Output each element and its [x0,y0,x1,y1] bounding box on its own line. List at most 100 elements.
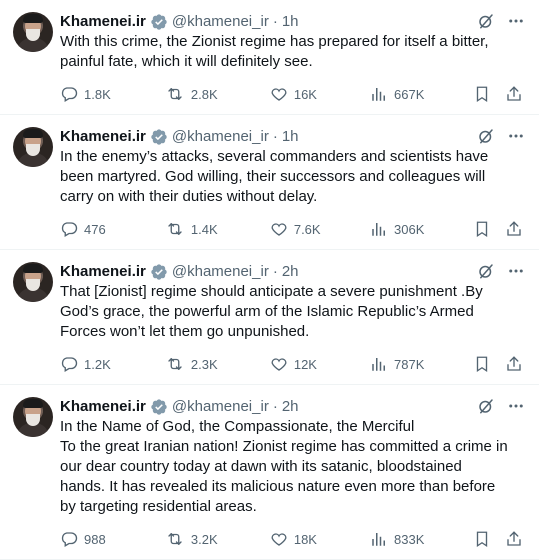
author-name[interactable]: Khamenei.ir [60,397,146,417]
author-name[interactable]: Khamenei.ir [60,12,146,32]
views-icon [370,355,388,373]
avatar[interactable] [13,262,53,302]
share-icon[interactable] [505,530,523,548]
tweet-actions: 1.2K 2.3K 12K 787K [60,354,523,384]
author-handle[interactable]: @khamenei_ir [172,12,269,32]
reply-count: 476 [84,221,106,237]
tweet-text: With this crime, the Zionist regime has … [60,33,489,70]
tweet-header: Khamenei.ir @khamenei_ir · 1h [60,12,523,32]
like-button[interactable]: 12K [270,355,370,373]
retweet-count: 2.3K [190,356,218,372]
verified-badge-icon [150,398,168,416]
grok-icon[interactable] [477,12,495,30]
views-count: 667K [394,86,425,102]
reply-button[interactable]: 988 [60,530,165,548]
tweet-tail-actions [473,530,523,548]
like-count: 18K [293,531,317,547]
timeline-feed: Khamenei.ir @khamenei_ir · 1h With this … [0,0,539,560]
like-button[interactable]: 18K [270,530,370,548]
tweet-card[interactable]: Khamenei.ir @khamenei_ir · 2h That [Zion… [0,250,539,385]
like-count: 7.6K [293,221,321,237]
reply-icon [60,355,78,373]
tweet-header-actions [477,12,525,30]
reply-icon [60,220,78,238]
retweet-button[interactable]: 1.4K [165,220,270,238]
retweet-button[interactable]: 2.8K [165,85,270,103]
bookmark-icon[interactable] [473,355,491,373]
tweet-card[interactable]: Khamenei.ir @khamenei_ir · 1h In the ene… [0,115,539,250]
share-icon[interactable] [505,85,523,103]
views-icon [370,85,388,103]
reply-icon [60,530,78,548]
retweet-icon [165,220,185,238]
author-handle[interactable]: @khamenei_ir [172,127,269,147]
like-count: 16K [293,86,317,102]
reply-count: 988 [84,531,106,547]
more-icon[interactable] [507,12,525,30]
tweet-header: Khamenei.ir @khamenei_ir · 2h [60,397,523,417]
tweet-timestamp[interactable]: 1h [282,12,299,32]
reply-button[interactable]: 1.2K [60,355,165,373]
avatar[interactable] [13,127,53,167]
reply-count: 1.2K [84,356,111,372]
views-button[interactable]: 306K [370,220,473,238]
verified-badge-icon [150,13,168,31]
tweet-card[interactable]: Khamenei.ir @khamenei_ir · 2h In the Nam… [0,385,539,560]
heart-icon [270,85,288,103]
author-name[interactable]: Khamenei.ir [60,262,146,282]
author-name[interactable]: Khamenei.ir [60,127,146,147]
tweet-header: Khamenei.ir @khamenei_ir · 2h [60,262,523,282]
more-icon[interactable] [507,262,525,280]
retweet-count: 1.4K [190,221,218,237]
views-button[interactable]: 833K [370,530,473,548]
verified-badge-icon [150,128,168,146]
tweet-timestamp[interactable]: 1h [282,127,299,147]
bookmark-icon[interactable] [473,530,491,548]
views-button[interactable]: 667K [370,85,473,103]
heart-icon [270,530,288,548]
views-count: 833K [394,531,425,547]
separator-dot: · [272,128,278,145]
heart-icon [270,355,288,373]
more-icon[interactable] [507,397,525,415]
bookmark-icon[interactable] [473,220,491,238]
tweet-timestamp[interactable]: 2h [282,262,299,282]
reply-button[interactable]: 476 [60,220,165,238]
tweet-tail-actions [473,85,523,103]
tweet-actions: 1.8K 2.8K 16K 667K [60,84,523,114]
tweet-card[interactable]: Khamenei.ir @khamenei_ir · 1h With this … [0,0,539,115]
reply-button[interactable]: 1.8K [60,85,165,103]
views-count: 306K [394,221,425,237]
author-handle[interactable]: @khamenei_ir [172,262,269,282]
avatar[interactable] [13,12,53,52]
tweet-actions: 988 3.2K 18K 833K [60,529,523,559]
grok-icon[interactable] [477,127,495,145]
bookmark-icon[interactable] [473,85,491,103]
like-count: 12K [293,356,317,372]
retweet-button[interactable]: 2.3K [165,355,270,373]
author-handle[interactable]: @khamenei_ir [172,397,269,417]
more-icon[interactable] [507,127,525,145]
reply-count: 1.8K [84,86,111,102]
share-icon[interactable] [505,220,523,238]
tweet-header: Khamenei.ir @khamenei_ir · 1h [60,127,523,147]
tweet-timestamp[interactable]: 2h [282,397,299,417]
grok-icon[interactable] [477,262,495,280]
tweet-header-actions [477,127,525,145]
views-icon [370,220,388,238]
like-button[interactable]: 16K [270,85,370,103]
like-button[interactable]: 7.6K [270,220,370,238]
share-icon[interactable] [505,355,523,373]
tweet-text: That [Zionist] regime should anticipate … [60,283,483,340]
verified-badge-icon [150,263,168,281]
views-button[interactable]: 787K [370,355,473,373]
reply-icon [60,85,78,103]
tweet-header-actions [477,397,525,415]
separator-dot: · [272,398,278,415]
grok-icon[interactable] [477,397,495,415]
retweet-icon [165,85,185,103]
tweet-actions: 476 1.4K 7.6K 306K [60,219,523,249]
separator-dot: · [272,13,278,30]
avatar[interactable] [13,397,53,437]
retweet-button[interactable]: 3.2K [165,530,270,548]
